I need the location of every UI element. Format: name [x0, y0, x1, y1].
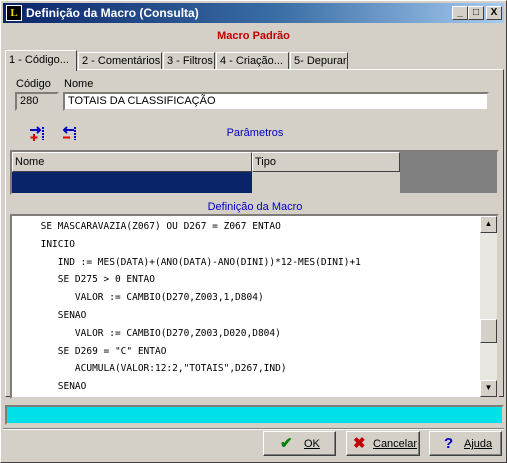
help-label: Ajuda	[464, 438, 493, 450]
cancel-button[interactable]: ✖ Cancelar	[346, 431, 420, 456]
grid-row-selected-tipo[interactable]	[252, 172, 400, 193]
footer-divider	[3, 428, 504, 430]
parameters-title: Parâmetros	[226, 127, 284, 139]
ok-button[interactable]: ✔ OK	[263, 431, 336, 456]
close-button[interactable]: X	[486, 6, 502, 20]
remove-parameter-icon[interactable]	[60, 125, 80, 143]
scroll-up-arrow-icon[interactable]: ▲	[480, 216, 497, 233]
code-lines[interactable]: SE MASCARAVAZIA(Z067) OU D267 = Z067 ENT…	[12, 218, 480, 397]
tab-filtros[interactable]: 3 - Filtros	[163, 52, 215, 70]
name-field[interactable]: TOTAIS DA CLASSIFICAÇÃO	[63, 92, 489, 111]
macro-code-editor[interactable]: SE MASCARAVAZIA(Z067) OU D267 = Z067 ENT…	[10, 214, 499, 399]
scroll-thumb[interactable]	[480, 319, 497, 343]
title-bar[interactable]: L Definição da Macro (Consulta) _ □ X	[3, 3, 504, 23]
code-line[interactable]: ACUMULA(-VALOR:12:2,"TOTAIS",D267,IND)	[12, 396, 480, 397]
definition-title: Definição da Macro	[207, 201, 303, 213]
code-line[interactable]: SENAO	[12, 307, 480, 325]
status-bar	[5, 405, 504, 425]
tab-comentarios[interactable]: 2 - Comentários	[78, 52, 162, 70]
tab-criacao[interactable]: 4 - Criação...	[216, 52, 289, 70]
code-line[interactable]: INICIO	[12, 236, 480, 254]
tab-depurar[interactable]: 5- Depurar	[290, 52, 348, 70]
code-field: 280	[15, 92, 59, 111]
cancel-label: Cancelar	[373, 438, 418, 450]
scroll-down-arrow-icon[interactable]: ▼	[480, 380, 497, 397]
grid-header-tipo[interactable]: Tipo	[252, 152, 400, 172]
code-line[interactable]: VALOR := CAMBIO(D270,Z003,1,D804)	[12, 289, 480, 307]
code-line[interactable]: IND := MES(DATA)+(ANO(DATA)-ANO(DINI))*1…	[12, 254, 480, 272]
code-label: Código	[16, 78, 51, 90]
add-parameter-icon[interactable]	[28, 125, 48, 143]
app-logo-icon: L	[6, 5, 22, 21]
vertical-scrollbar[interactable]: ▲ ▼	[480, 216, 497, 397]
window-title: Definição da Macro (Consulta)	[26, 6, 199, 20]
parameters-grid: Nome Tipo	[10, 150, 499, 195]
name-label: Nome	[64, 78, 94, 90]
cancel-x-icon: ✖	[353, 435, 366, 452]
code-line[interactable]: SENAO	[12, 378, 480, 396]
help-button[interactable]: ? Ajuda	[429, 431, 502, 456]
code-line[interactable]: VALOR := CAMBIO(D270,Z003,D020,D804)	[12, 325, 480, 343]
macro-definition-window: L Definição da Macro (Consulta) _ □ X Ma…	[0, 0, 507, 463]
code-line[interactable]: SE MASCARAVAZIA(Z067) OU D267 = Z067 ENT…	[12, 218, 480, 236]
code-line[interactable]: SE D275 > 0 ENTAO	[12, 271, 480, 289]
code-line[interactable]: SE D269 = "C" ENTAO	[12, 343, 480, 361]
help-question-icon: ?	[444, 435, 454, 452]
grid-header-nome[interactable]: Nome	[12, 152, 252, 172]
minimize-button[interactable]: _	[452, 6, 468, 20]
code-line[interactable]: ACUMULA(VALOR:12:2,"TOTAIS",D267,IND)	[12, 360, 480, 378]
grid-row-selected-nome[interactable]	[12, 172, 252, 193]
maximize-button[interactable]: □	[468, 6, 484, 20]
ok-label: OK	[304, 438, 320, 450]
check-icon: ✔	[280, 435, 293, 452]
tab-codigo[interactable]: 1 - Código...	[5, 50, 77, 71]
macro-heading: Macro Padrão	[217, 30, 290, 42]
